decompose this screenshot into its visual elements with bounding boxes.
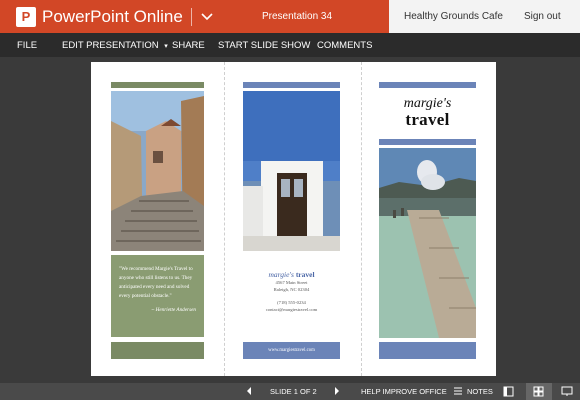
brand-script: margie's [268, 270, 294, 279]
menu-edit-presentation[interactable]: EDIT PRESENTATION ▾ [62, 40, 168, 51]
dropdown-arrow-icon: ▾ [164, 43, 168, 50]
testimonial-box[interactable]: "We recommend Margie's Travel to anyone … [111, 255, 204, 337]
menu-edit-label: EDIT PRESENTATION [62, 40, 159, 51]
notes-icon[interactable] [453, 386, 463, 396]
brand-bold: travel [295, 270, 315, 279]
panel-divider [224, 62, 225, 376]
cover-accent-bar [379, 139, 476, 145]
slide[interactable]: "We recommend Margie's Travel to anyone … [91, 62, 496, 376]
slide-indicator: SLIDE 1 OF 2 [270, 387, 317, 396]
document-title[interactable]: Presentation 34 [262, 11, 332, 22]
top-accent-bar [379, 82, 476, 88]
account-area: Healthy Grounds Cafe Sign out ? [389, 0, 580, 33]
bottom-accent-bar [379, 342, 476, 359]
lagoon-boardwalk-photo[interactable] [379, 148, 476, 338]
owner-name[interactable]: Healthy Grounds Cafe [404, 11, 503, 22]
white-door-photo[interactable] [243, 91, 340, 251]
help-improve-office[interactable]: HELP IMPROVE OFFICE [361, 387, 447, 396]
village-stairs-photo[interactable] [111, 91, 204, 251]
cover-title-line-2: travel [405, 110, 450, 129]
slide-canvas[interactable]: "We recommend Margie's Travel to anyone … [0, 57, 580, 383]
menu-file[interactable]: FILE [17, 40, 37, 51]
title-bar: P PowerPoint Online Presentation 34 Heal… [0, 0, 580, 33]
brand-name: margie's travel [243, 270, 340, 279]
testimonial-quote: "We recommend Margie's Travel to anyone … [119, 266, 193, 299]
menu-start-slide-show[interactable]: START SLIDE SHOW [218, 40, 310, 51]
chevron-down-icon[interactable] [199, 9, 215, 25]
reading-view-icon[interactable] [561, 386, 573, 397]
address-line-2: Raleigh, NC 02304 [273, 287, 310, 293]
normal-view-icon[interactable] [503, 386, 514, 397]
status-bar: SLIDE 1 OF 2 HELP IMPROVE OFFICE NOTES [0, 383, 580, 400]
cover-title[interactable]: margie's travel [379, 96, 476, 130]
bottom-accent-bar [111, 342, 204, 359]
sign-out-link[interactable]: Sign out [524, 11, 561, 22]
address-line-1: 4567 Main Street [275, 280, 308, 285]
previous-slide-icon[interactable] [246, 386, 252, 396]
menu-comments[interactable]: COMMENTS [317, 40, 372, 51]
top-accent-bar [111, 82, 204, 88]
panel-divider [361, 62, 362, 376]
slide-sorter-view-icon[interactable] [533, 386, 544, 397]
app-name[interactable]: PowerPoint Online [42, 7, 183, 27]
next-slide-icon[interactable] [334, 386, 340, 396]
top-accent-bar [243, 82, 340, 88]
testimonial-author: ~ Henriette Andersen [151, 307, 197, 314]
menu-bar: FILE EDIT PRESENTATION ▾ SHARE START SLI… [0, 33, 580, 57]
contact-info: margie's travel 4567 Main Street Raleigh… [243, 270, 340, 313]
title-separator [190, 7, 192, 26]
website-bar[interactable]: www.margiestravel.com [243, 342, 340, 359]
powerpoint-logo-icon[interactable]: P [16, 6, 36, 27]
notes-button[interactable]: NOTES [467, 387, 493, 396]
phone-number: (718) 555-0234 [277, 299, 306, 305]
email-address: contact@margiestravel.com [265, 307, 318, 313]
menu-share[interactable]: SHARE [172, 40, 205, 51]
